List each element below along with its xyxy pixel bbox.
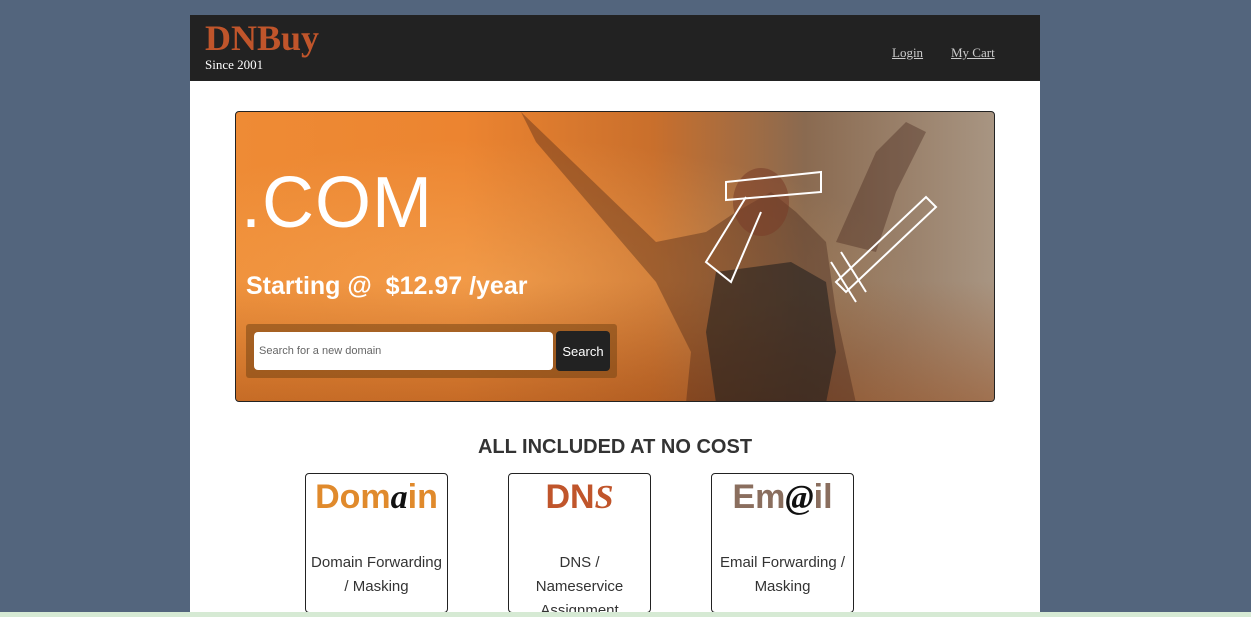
search-button[interactable]: Search bbox=[556, 331, 610, 371]
domain-logo-icon: Domain bbox=[315, 478, 438, 516]
feature-card-dns[interactable]: DNS DNS / Nameservice Assignment bbox=[508, 473, 651, 617]
hero-banner: .COM Starting @ $12.97 /year Search bbox=[235, 111, 995, 402]
features-heading: ALL INCLUDED AT NO COST bbox=[477, 436, 753, 458]
page-container: DNBuy Since 2001 Login My Cart .COM Star… bbox=[190, 15, 1040, 617]
site-tagline: Since 2001 bbox=[205, 57, 264, 72]
domain-search-box: Search bbox=[246, 324, 617, 378]
hero-title: .COM bbox=[241, 163, 433, 243]
domain-search-input[interactable] bbox=[254, 332, 553, 370]
feature-card-label: Domain Forwarding / Masking bbox=[311, 554, 442, 595]
email-logo-icon: Em@il bbox=[732, 478, 833, 516]
dns-logo-icon: DNS bbox=[545, 478, 614, 516]
feature-card-domain[interactable]: Domain Domain Forwarding / Masking bbox=[305, 473, 448, 613]
site-header: DNBuy Since 2001 Login My Cart bbox=[190, 15, 1040, 81]
my-cart-link[interactable]: My Cart bbox=[951, 45, 995, 61]
site-logo[interactable]: DNBuy bbox=[205, 17, 319, 59]
feature-card-label: Email Forwarding / Masking bbox=[719, 554, 846, 595]
login-link[interactable]: Login bbox=[892, 45, 923, 61]
hero-price: Starting @ $12.97 /year bbox=[246, 272, 528, 300]
bottom-status-bar bbox=[0, 612, 1251, 617]
feature-card-email[interactable]: Em@il Email Forwarding / Masking bbox=[711, 473, 854, 613]
feature-card-label: DNS / Nameservice Assignment bbox=[535, 554, 624, 617]
